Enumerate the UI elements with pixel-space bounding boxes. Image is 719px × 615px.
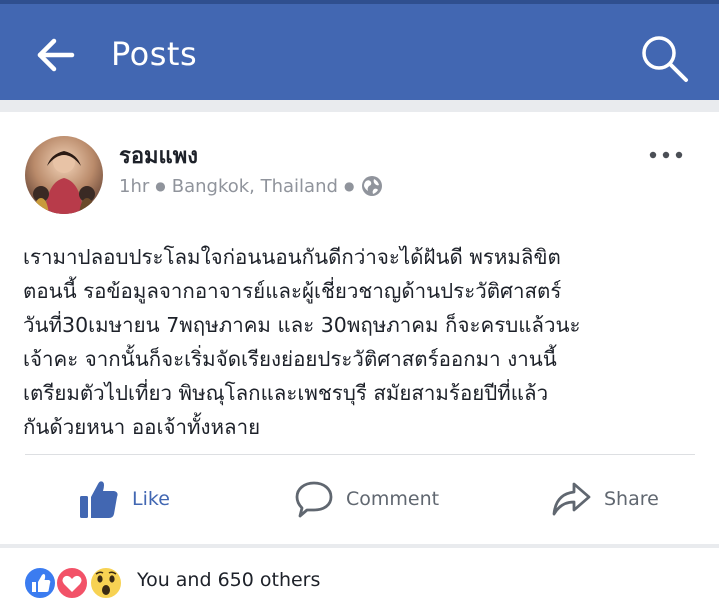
post-meta: 1hr ● Bangkok, Thailand ● <box>119 174 384 198</box>
post-text-line: เรามาปลอบประโลมใจก่อนนอนกันดีกว่าจะได้ฝั… <box>23 245 561 269</box>
like-reaction-icon <box>24 566 57 600</box>
thumbs-up-icon <box>80 481 118 518</box>
post-text-line: เตรียมตัวไปเที่ยว พิษณุโลกและเพชรบุรี สม… <box>23 381 549 405</box>
post-time[interactable]: 1hr <box>119 176 149 197</box>
separator-dot: ● <box>343 179 355 193</box>
app-bar: Posts <box>0 0 719 100</box>
post-text-line: กันด้วยหนา ออเจ้าทั้งหลาย <box>23 415 261 439</box>
globe-icon[interactable] <box>360 174 384 198</box>
share-button[interactable]: Share <box>550 476 659 522</box>
share-arrow-icon <box>552 482 591 516</box>
love-reaction-icon <box>55 566 89 600</box>
more-horizontal-icon[interactable] <box>648 148 684 162</box>
comment-icon <box>295 481 333 518</box>
back-arrow-icon[interactable] <box>36 37 76 73</box>
like-button[interactable]: Like <box>78 476 170 522</box>
post-text-line: ตอนนี้ รอข้อมูลจากอาจารย์และผู้เชี่ยวชาญ… <box>23 279 562 303</box>
divider <box>25 454 695 455</box>
search-icon[interactable] <box>638 32 690 84</box>
like-label: Like <box>132 488 170 510</box>
page-title: Posts <box>111 35 198 73</box>
post-text-line: วันที่30เมษายน 7พฤษภาคม และ 30พฤษภาคม ก็… <box>23 313 581 337</box>
separator-dot: ● <box>155 179 166 193</box>
wow-reaction-icon <box>89 566 123 600</box>
share-label: Share <box>604 488 659 510</box>
reaction-icons[interactable] <box>24 566 124 600</box>
reactions-summary[interactable]: You and 650 others <box>137 569 320 591</box>
avatar[interactable] <box>25 136 103 214</box>
post-body-text: เรามาปลอบประโลมใจก่อนนอนกันดีกว่าจะได้ฝั… <box>23 240 703 444</box>
post-text-line: เจ้าคะ จากนั้นก็จะเริ่มจัดเรียงย่อยประวั… <box>23 347 557 371</box>
comment-button[interactable]: Comment <box>294 476 439 522</box>
post-author[interactable]: รอมแพง <box>119 138 198 173</box>
comment-label: Comment <box>346 488 440 510</box>
post-location[interactable]: Bangkok, Thailand <box>172 176 338 197</box>
